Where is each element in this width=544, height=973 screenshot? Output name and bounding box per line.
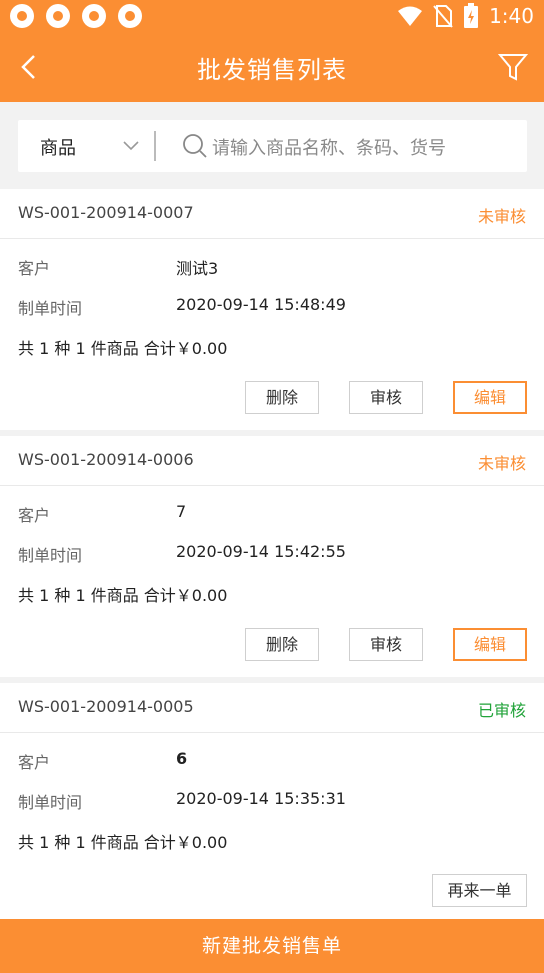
status-time: 1:40 — [489, 4, 534, 28]
app-header: 批发销售列表 — [0, 32, 544, 102]
app-notification-icon — [82, 4, 106, 28]
search-input[interactable]: 请输入商品名称、条码、货号 — [212, 134, 446, 160]
order-card[interactable]: WS-001-200914-0005 已审核 客户 6 制单时间 2020-09… — [0, 683, 544, 919]
page-title: 批发销售列表 — [197, 56, 347, 84]
approve-button[interactable]: 审核 — [349, 381, 423, 414]
approve-button[interactable]: 审核 — [349, 628, 423, 661]
delete-button[interactable]: 删除 — [245, 628, 319, 661]
wifi-icon — [398, 6, 423, 26]
status-badge: 已审核 — [477, 701, 526, 720]
delete-button[interactable]: 删除 — [245, 381, 319, 414]
order-number: WS-001-200914-0005 — [18, 697, 194, 716]
order-number: WS-001-200914-0007 — [18, 203, 194, 222]
app-notification-icon — [118, 4, 142, 28]
customer-value: 测试3 — [176, 259, 219, 278]
customer-value: 6 — [176, 749, 188, 768]
order-summary: 共 1 种 1 件商品 合计￥0.00 — [18, 339, 228, 358]
chat-notification-icon — [46, 4, 70, 28]
chevron-down-icon[interactable] — [122, 136, 140, 154]
status-badge: 未审核 — [477, 454, 526, 473]
no-sim-icon — [433, 5, 453, 28]
reorder-button[interactable]: 再来一单 — [432, 874, 527, 907]
order-number: WS-001-200914-0006 — [18, 450, 194, 469]
new-wholesale-order-button[interactable]: 新建批发销售单 — [0, 919, 544, 973]
order-card-header: WS-001-200914-0005 已审核 — [0, 683, 544, 733]
notification-icons — [10, 4, 142, 28]
created-time-value: 2020-09-14 15:35:31 — [176, 789, 346, 808]
order-summary: 共 1 种 1 件商品 合计￥0.00 — [18, 833, 228, 852]
customer-value: 7 — [176, 502, 187, 521]
search-bar: 商品 请输入商品名称、条码、货号 — [18, 120, 527, 172]
search-icon — [183, 134, 207, 158]
edit-button[interactable]: 编辑 — [453, 628, 527, 661]
customer-label: 客户 — [18, 259, 51, 278]
created-time-value: 2020-09-14 15:48:49 — [176, 295, 346, 314]
created-time-label: 制单时间 — [18, 299, 83, 318]
customer-label: 客户 — [18, 753, 51, 772]
order-card[interactable]: WS-001-200914-0007 未审核 客户 测试3 制单时间 2020-… — [0, 189, 544, 430]
search-category-select[interactable]: 商品 — [40, 134, 76, 160]
search-section: 商品 请输入商品名称、条码、货号 — [0, 102, 544, 188]
order-card-header: WS-001-200914-0006 未审核 — [0, 436, 544, 486]
order-summary: 共 1 种 1 件商品 合计￥0.00 — [18, 586, 228, 605]
created-time-label: 制单时间 — [18, 546, 83, 565]
order-card[interactable]: WS-001-200914-0006 未审核 客户 7 制单时间 2020-09… — [0, 436, 544, 677]
status-bar: 1:40 — [0, 0, 544, 32]
created-time-value: 2020-09-14 15:42:55 — [176, 542, 346, 561]
filter-icon[interactable] — [498, 52, 528, 82]
created-time-label: 制单时间 — [18, 793, 83, 812]
status-badge: 未审核 — [477, 207, 526, 226]
search-divider — [154, 131, 156, 161]
edit-button[interactable]: 编辑 — [453, 381, 527, 414]
battery-icon — [464, 3, 479, 28]
order-card-header: WS-001-200914-0007 未审核 — [0, 189, 544, 239]
customer-label: 客户 — [18, 506, 51, 525]
app-notification-icon — [10, 4, 34, 28]
